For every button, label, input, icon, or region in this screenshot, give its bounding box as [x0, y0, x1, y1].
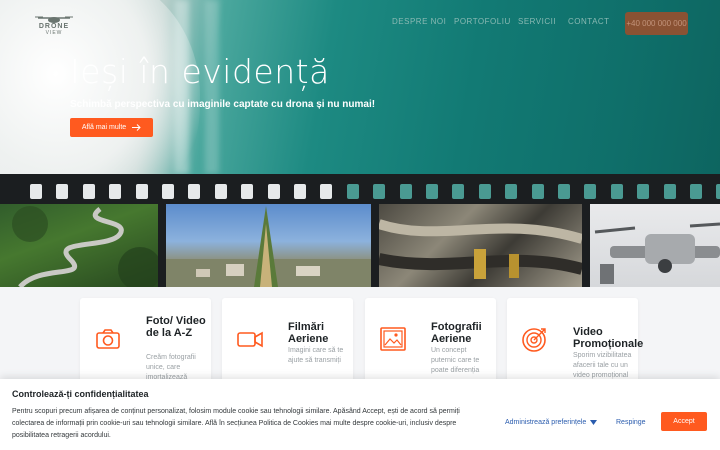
film-sprocket-hole — [162, 184, 174, 199]
gallery-image-church-tower[interactable] — [166, 204, 371, 287]
film-strip-gallery — [0, 174, 720, 287]
service-title: Filmări Aeriene — [288, 321, 329, 345]
hero-subtitle: Schimbă perspectiva cu imaginile captate… — [70, 99, 376, 110]
hero-title: Ieși în evidență — [70, 52, 330, 91]
film-sprocket-hole — [637, 184, 650, 199]
film-sprocket-hole — [663, 184, 676, 199]
reject-cookies-button[interactable]: Respinge — [616, 419, 646, 426]
film-sprocket-hole — [294, 184, 306, 199]
film-sprocket-hole — [716, 184, 720, 199]
drone-view-logo[interactable]: DRONE VIEW — [34, 12, 74, 36]
nav-contact[interactable]: CONTACT — [568, 17, 610, 26]
video-camera-icon — [237, 331, 263, 348]
film-sprocket-hole — [478, 184, 491, 199]
nav-portofoliu[interactable]: PORTOFOLIU — [454, 17, 511, 26]
manage-preferences-label: Administrează preferințele — [505, 419, 587, 426]
cookie-consent-banner: Controlează-ți confidențialitatea Pentru… — [0, 379, 720, 450]
film-sprocket-hole — [320, 184, 333, 199]
film-sprocket-hole — [30, 184, 42, 199]
learn-more-button[interactable]: Află mai multe — [70, 118, 153, 137]
nav-despre-noi[interactable]: DESPRE NOI — [392, 17, 446, 26]
film-sprocket-hole — [399, 184, 412, 199]
church-tower-image — [166, 206, 371, 287]
service-description: Sporim vizibilitatea afacerii tale cu un… — [573, 352, 632, 379]
chevron-down-icon — [590, 420, 598, 425]
film-sprocket-hole — [188, 184, 201, 199]
image-icon — [380, 327, 406, 351]
film-sprocket-hole — [426, 184, 438, 199]
service-description: Imagini care să te ajute să transmiți — [288, 347, 344, 364]
manage-preferences-button[interactable]: Administrează preferințele — [505, 419, 598, 426]
film-sprocket-hole — [584, 184, 597, 199]
film-sprocket-hole — [82, 184, 95, 199]
serpentine-road-image — [12, 206, 158, 287]
film-sprocket-hole — [558, 184, 570, 199]
accept-cookies-label: Accept — [673, 418, 695, 425]
logo-text-view: VIEW — [45, 30, 63, 36]
service-title: Fotografii Aeriene — [431, 321, 482, 345]
learn-more-label: Află mai multe — [81, 124, 127, 131]
film-sprocket-hole — [505, 184, 518, 199]
logo-text-drone: DRONE — [38, 23, 70, 30]
arrow-right-icon — [132, 124, 141, 131]
phone-button[interactable]: +40 000 000 000 — [625, 12, 688, 35]
film-sprocket-holes — [0, 184, 720, 199]
film-sprocket-hole — [56, 184, 69, 199]
film-sprocket-hole — [452, 184, 465, 199]
camera-icon — [96, 329, 120, 349]
film-sprocket-hole — [610, 184, 623, 199]
service-title: Foto/ Video de la A-Z — [146, 315, 206, 339]
film-sprocket-hole — [373, 184, 386, 199]
film-sprocket-hole — [346, 184, 359, 199]
accept-cookies-button[interactable]: Accept — [661, 412, 707, 431]
film-sprocket-hole — [214, 184, 227, 199]
film-sprocket-hole — [241, 184, 254, 199]
nav-servicii[interactable]: SERVICII — [518, 17, 556, 26]
film-sprocket-hole — [267, 184, 280, 199]
film-sprocket-hole — [690, 184, 702, 199]
service-title: Video Promoționale — [573, 326, 644, 350]
cookie-title: Controlează-ți confidențialitatea — [12, 389, 149, 399]
cookie-description: Pentru scopuri precum afișarea de conțin… — [12, 408, 460, 439]
film-sprocket-hole — [531, 184, 544, 199]
film-sprocket-hole — [109, 184, 122, 199]
phone-number: +40 000 000 000 — [626, 19, 687, 28]
quarry-image — [379, 219, 582, 279]
gallery-image-serpentine-road[interactable] — [0, 204, 158, 287]
drone-photo-image — [594, 222, 720, 284]
target-icon — [522, 328, 546, 352]
gallery-image-drone[interactable] — [590, 204, 720, 287]
service-description: Un concept puternic care te poate difere… — [431, 347, 480, 374]
hero-section: DRONE VIEW DESPRE NOI PORTOFOLIU SERVICI… — [0, 0, 720, 174]
film-sprocket-hole — [135, 184, 148, 199]
gallery-image-quarry[interactable] — [379, 204, 582, 287]
